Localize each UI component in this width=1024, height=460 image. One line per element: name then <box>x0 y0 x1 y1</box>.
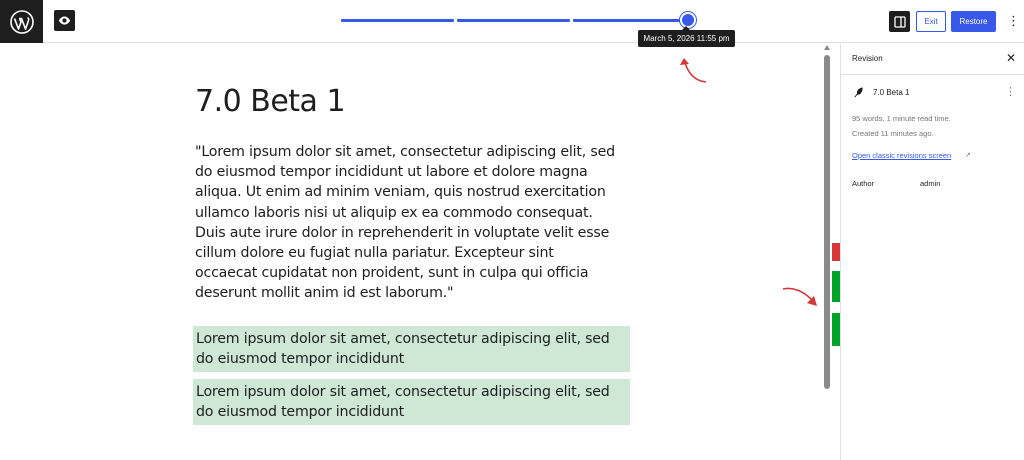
annotation-arrow-icon <box>680 58 707 83</box>
wordpress-logo-button[interactable] <box>0 0 43 43</box>
author-value: admin <box>920 179 941 188</box>
restore-button[interactable]: Restore <box>951 11 996 32</box>
sidebar-icon <box>893 15 906 28</box>
exit-button[interactable]: Exit <box>916 11 946 32</box>
timeline-segment[interactable] <box>573 19 685 22</box>
post-paragraph: "Lorem ipsum dolor sit amet, consectetur… <box>195 144 615 302</box>
revision-preview: 7.0 Beta 1 "Lorem ipsum dolor sit amet, … <box>0 44 822 460</box>
annotation-arrow-icon <box>782 287 817 306</box>
scroll-up-icon[interactable] <box>824 45 830 50</box>
timeline-segment[interactable] <box>457 19 570 22</box>
revisions-timeline-slider[interactable] <box>341 13 694 29</box>
timeline-handle[interactable] <box>682 14 694 26</box>
author-label: Author <box>852 179 875 188</box>
editor-header: Exit Restore ⋮ <box>0 0 1024 43</box>
more-vertical-icon[interactable]: ⋮ <box>1007 13 1020 29</box>
diff-marker-removed[interactable] <box>832 243 840 261</box>
revision-word-count: 95 words, 1 minute read time. <box>852 114 951 123</box>
diff-marker-added[interactable] <box>832 313 840 346</box>
revision-panel: Revision ✕ 7.0 Beta 1 ⋮ 95 words, 1 minu… <box>840 44 1024 460</box>
close-icon[interactable]: ✕ <box>1006 51 1016 65</box>
revision-created-time: Created 11 minutes ago. <box>852 129 934 138</box>
external-link-icon: ↗ <box>965 152 971 159</box>
more-vertical-icon[interactable]: ⋮ <box>1005 85 1016 98</box>
wordpress-icon <box>9 9 34 34</box>
panel-header: Revision ✕ <box>841 44 1024 75</box>
vertical-scrollbar[interactable] <box>822 44 832 460</box>
diff-marker-added[interactable] <box>832 271 840 302</box>
preview-button[interactable] <box>54 10 75 31</box>
feather-icon <box>854 87 863 98</box>
added-paragraph: Lorem ipsum dolor sit amet, consectetur … <box>193 379 630 425</box>
settings-sidebar-toggle[interactable] <box>889 11 910 32</box>
revision-title: 7.0 Beta 1 <box>873 88 910 97</box>
timeline-segment[interactable] <box>341 19 454 22</box>
added-paragraph: Lorem ipsum dolor sit amet, consectetur … <box>193 326 630 372</box>
eye-icon <box>58 16 71 25</box>
scrollbar-thumb[interactable] <box>824 55 830 389</box>
post-title: 7.0 Beta 1 <box>195 84 346 119</box>
tab-revision[interactable]: Revision <box>852 54 883 63</box>
classic-revisions-link[interactable]: Open classic revisions screen <box>852 151 951 160</box>
